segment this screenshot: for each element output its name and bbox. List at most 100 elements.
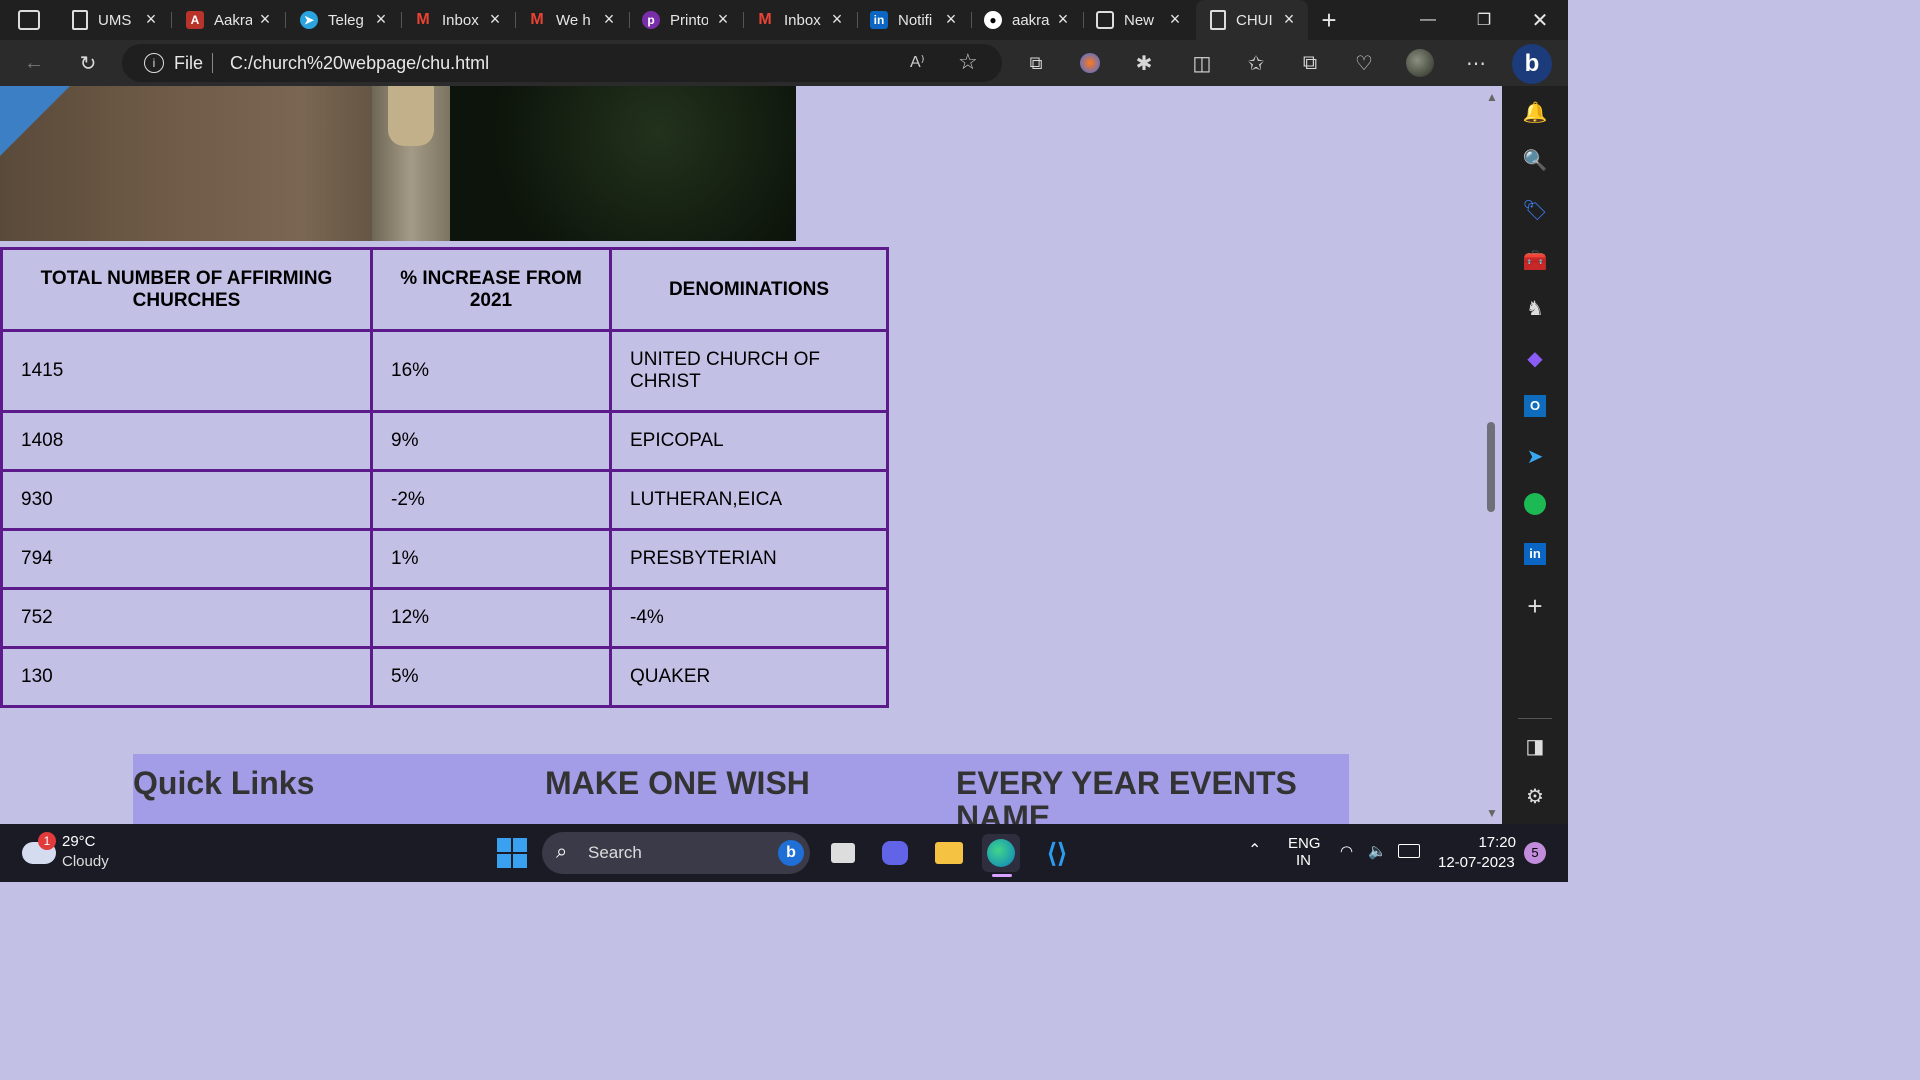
table-cell: 1% <box>370 528 612 590</box>
bing-search-icon[interactable]: b <box>778 840 804 866</box>
address-bar[interactable]: i File C:/church%20webpage/chu.html A⁾ ☆ <box>122 44 1002 82</box>
tab-linkedin-notifications[interactable]: in Notifi × <box>856 0 970 40</box>
table-cell: 1415 <box>0 329 373 413</box>
tab-github[interactable]: ● aakra × <box>970 0 1082 40</box>
clock-time[interactable]: 17:20 <box>1466 834 1516 851</box>
scroll-up-icon[interactable]: ▲ <box>1486 90 1498 104</box>
edge-browser-icon[interactable] <box>982 834 1020 872</box>
linkedin-icon[interactable]: in <box>1515 534 1555 574</box>
close-tab-icon[interactable]: × <box>942 10 960 28</box>
favorite-star-icon[interactable]: ☆ <box>958 49 978 75</box>
collections-icon[interactable]: ⧉ <box>1288 40 1332 86</box>
tab-aakra[interactable]: A Aakra × <box>172 0 284 40</box>
reader-icon[interactable]: ⧉ <box>1014 40 1058 86</box>
outlook-icon[interactable]: O <box>1515 386 1555 426</box>
windows-taskbar: 1 29°C Cloudy ⌕ Search b ⟨⟩ ⌃ ENG IN ◠ 🔈… <box>0 824 1568 882</box>
table-header-total: TOTAL NUMBER OF AFFIRMING CHURCHES <box>0 247 373 332</box>
close-tab-icon[interactable]: × <box>1166 10 1184 28</box>
tab-inbox-2[interactable]: M Inbox × <box>742 0 856 40</box>
hide-sidebar-icon[interactable]: ◨ <box>1515 726 1555 766</box>
clock-date[interactable]: 12-07-2023 <box>1438 854 1515 871</box>
teams-chat-icon[interactable] <box>876 834 914 872</box>
notifications-bell-icon[interactable]: 🔔 <box>1515 92 1555 132</box>
gmail-icon: M <box>758 11 772 28</box>
send-icon[interactable]: ➤ <box>1515 436 1555 476</box>
close-tab-icon[interactable]: × <box>714 10 732 28</box>
close-tab-icon[interactable]: × <box>372 10 390 28</box>
church-photo <box>0 86 796 241</box>
new-tab-button[interactable]: + <box>1306 0 1352 40</box>
close-tab-icon[interactable]: × <box>1054 10 1072 28</box>
tab-printo[interactable]: p Printo × <box>628 0 742 40</box>
close-tab-icon[interactable]: × <box>486 10 504 28</box>
url-text[interactable]: C:/church%20webpage/chu.html <box>230 53 489 74</box>
close-tab-icon[interactable]: × <box>256 10 274 28</box>
games-icon[interactable]: ♞ <box>1515 288 1555 328</box>
page-scrollbar[interactable]: ▲ ▼ <box>1482 86 1502 824</box>
bing-copilot-icon[interactable]: b <box>1512 44 1552 84</box>
back-button[interactable]: ← <box>12 40 56 86</box>
table-cell: LUTHERAN,EICA <box>609 469 889 531</box>
tab-we-h[interactable]: M We h × <box>514 0 628 40</box>
site-info-icon[interactable]: i <box>144 53 164 73</box>
language-indicator[interactable]: ENG IN <box>1288 835 1321 869</box>
gmail-icon: M <box>416 11 430 28</box>
weather-badge: 1 <box>38 832 56 850</box>
task-view-icon[interactable] <box>824 834 862 872</box>
read-aloud-icon[interactable]: A⁾ <box>910 52 925 72</box>
extensions-icon[interactable]: ✱ <box>1122 40 1166 86</box>
start-button[interactable] <box>497 838 527 868</box>
table-cell: 9% <box>370 410 612 472</box>
spotify-icon[interactable] <box>1515 484 1555 524</box>
add-sidebar-item-icon[interactable]: + <box>1515 586 1555 626</box>
profile-avatar[interactable] <box>1398 40 1442 86</box>
notification-count-badge[interactable]: 5 <box>1524 842 1546 864</box>
favorites-icon[interactable]: ✩ <box>1234 40 1278 86</box>
browser-extension-icon[interactable] <box>1068 40 1112 86</box>
restore-button[interactable]: ❐ <box>1456 0 1512 40</box>
tools-briefcase-icon[interactable]: 🧰 <box>1515 240 1555 280</box>
printo-icon: p <box>642 11 660 29</box>
scrollbar-thumb[interactable] <box>1487 422 1495 512</box>
github-icon: ● <box>984 11 1002 29</box>
file-explorer-icon[interactable] <box>930 834 968 872</box>
tab-telegram[interactable]: ➤ Teleg × <box>286 0 400 40</box>
settings-gear-icon[interactable]: ⚙ <box>1515 776 1555 816</box>
refresh-button[interactable]: ↻ <box>66 40 110 86</box>
tab-actions-icon <box>18 10 40 30</box>
table-cell: 130 <box>0 646 373 708</box>
close-tab-icon[interactable]: × <box>1280 10 1298 28</box>
wifi-icon[interactable]: ◠ <box>1340 842 1353 860</box>
minimize-button[interactable]: — <box>1400 0 1456 40</box>
scroll-down-icon[interactable]: ▼ <box>1486 806 1498 820</box>
close-tab-icon[interactable]: × <box>600 10 618 28</box>
copilot-icon[interactable]: ◆ <box>1515 338 1555 378</box>
taskbar-search[interactable]: ⌕ Search b <box>542 832 810 874</box>
battery-icon[interactable] <box>1398 844 1420 858</box>
tab-strip: UMS × A Aakra × ➤ Teleg × M Inbox × M We… <box>0 0 1568 40</box>
more-options-icon[interactable]: ⋯ <box>1454 40 1498 86</box>
tab-inbox-1[interactable]: M Inbox × <box>400 0 514 40</box>
close-window-button[interactable]: ✕ <box>1512 0 1568 40</box>
close-tab-icon[interactable]: × <box>828 10 846 28</box>
page-content: TOTAL NUMBER OF AFFIRMING CHURCHES % INC… <box>0 86 1482 824</box>
photo-sky <box>0 86 70 156</box>
show-hidden-icons-chevron-icon[interactable]: ⌃ <box>1248 840 1261 860</box>
shopping-tag-icon[interactable]: 🏷 <box>1515 190 1555 230</box>
search-icon: ⌕ <box>556 841 568 863</box>
tab-church-active[interactable]: CHUI × <box>1196 0 1308 40</box>
search-label: Search <box>588 843 642 862</box>
table-header-row: TOTAL NUMBER OF AFFIRMING CHURCHES % INC… <box>0 247 889 332</box>
tab-ums[interactable]: UMS × <box>58 0 170 40</box>
vscode-icon[interactable]: ⟨⟩ <box>1038 834 1076 872</box>
browser-essentials-icon[interactable]: ♡ <box>1342 40 1386 86</box>
tab-new[interactable]: New × <box>1082 0 1194 40</box>
split-screen-icon[interactable]: ◫ <box>1180 40 1224 86</box>
page-icon <box>1210 10 1226 30</box>
close-tab-icon[interactable]: × <box>142 10 160 28</box>
volume-icon[interactable]: 🔈 <box>1368 842 1387 860</box>
linkedin-icon: in <box>870 11 888 29</box>
search-icon[interactable]: 🔍 <box>1515 140 1555 180</box>
footer-quick-links-heading: Quick Links <box>133 765 315 801</box>
tab-actions-button[interactable] <box>0 0 54 40</box>
